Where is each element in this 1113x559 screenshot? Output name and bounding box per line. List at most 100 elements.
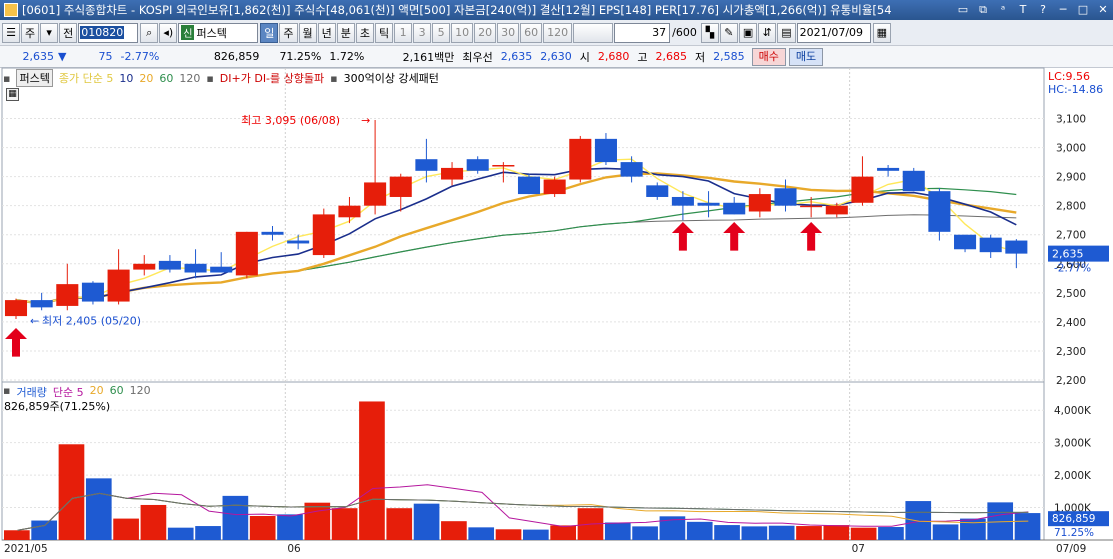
- signal-arrow-icon: [5, 328, 27, 357]
- candle-body: [928, 191, 951, 232]
- volume-bar: [577, 508, 604, 540]
- menu-icon[interactable]: ☰: [2, 22, 20, 43]
- help-icon[interactable]: ?: [1033, 2, 1053, 18]
- data-count-total: /600: [672, 26, 697, 39]
- restore-layout-icon[interactable]: ⧉: [973, 2, 993, 18]
- interval-10-button[interactable]: 10: [451, 22, 474, 43]
- stock-type-dropdown[interactable]: ▾: [40, 22, 59, 43]
- interval-5-button[interactable]: 5: [432, 22, 451, 43]
- code-field[interactable]: 010820: [78, 22, 139, 43]
- signal-arrow-icon: [671, 222, 694, 251]
- volume-bar: [249, 515, 276, 540]
- layout-icon[interactable]: ▭: [953, 2, 973, 18]
- period-year-tab[interactable]: 년: [317, 22, 336, 43]
- volume-bar: [195, 526, 221, 540]
- candle-body: [774, 188, 797, 206]
- interval-20-button[interactable]: 20: [474, 22, 497, 43]
- candle-body: [56, 284, 79, 306]
- signal-arrow-icon: [800, 222, 823, 251]
- text-icon[interactable]: T: [1013, 2, 1033, 18]
- legend-ma5[interactable]: 종가 단순 5: [59, 70, 113, 86]
- export-icon[interactable]: ▤: [777, 22, 796, 43]
- period-second-tab[interactable]: 초: [355, 22, 374, 43]
- candle-body: [235, 231, 258, 276]
- volume-legend-ma120[interactable]: 120: [130, 384, 151, 400]
- candle-body: [517, 176, 541, 195]
- price-tick-label: 2,900: [1056, 172, 1086, 184]
- candle-body: [954, 234, 977, 250]
- stock-type-button[interactable]: 주: [21, 22, 40, 43]
- candle-body: [902, 170, 925, 192]
- legend-ma120[interactable]: 120: [179, 72, 200, 85]
- indicator-icon[interactable]: ▚: [700, 22, 719, 43]
- volume-panel-frame: [1, 381, 1045, 541]
- sell-button[interactable]: 매도: [788, 47, 824, 66]
- legend-stock-name[interactable]: 퍼스텍: [16, 69, 53, 87]
- interval-select[interactable]: [573, 22, 614, 43]
- interval-30-button[interactable]: 30: [497, 22, 520, 43]
- calendar-icon[interactable]: ▦: [872, 22, 892, 43]
- candle-body: [466, 159, 489, 171]
- search-icon[interactable]: ⌕: [140, 22, 159, 43]
- interval-3-button[interactable]: 3: [413, 22, 432, 43]
- period-day-tab[interactable]: 일: [260, 22, 279, 43]
- hc-value: HC:-14.86: [1048, 83, 1104, 96]
- period-tick-tab[interactable]: 틱: [375, 22, 394, 43]
- low-annotation: 최저 2,405 (05/20): [42, 314, 141, 327]
- save-icon[interactable]: ▣: [738, 22, 758, 43]
- interval-60-button[interactable]: 60: [520, 22, 543, 43]
- buy-button[interactable]: 매수: [751, 47, 786, 66]
- period-month-tab[interactable]: 월: [298, 22, 317, 43]
- tools-icon[interactable]: ✎: [719, 22, 738, 43]
- interval-120-button[interactable]: 120: [543, 22, 573, 43]
- volume-bar: [304, 502, 331, 540]
- candle-body: [133, 263, 156, 270]
- candle-body: [81, 282, 104, 302]
- volume-bar: [222, 495, 249, 540]
- title-bar: [0601] 주식종합차트 - KOSPI 외국인보유[1,862(천)] 주식…: [0, 0, 1113, 20]
- legend-signal-pattern[interactable]: 300억이상 강세패턴: [344, 70, 439, 86]
- legend-signal-di[interactable]: DI+가 DI-를 상향돌파: [220, 70, 324, 86]
- candle-body: [158, 260, 181, 270]
- legend-ma10[interactable]: 10: [119, 72, 133, 85]
- period-week-tab[interactable]: 주: [279, 22, 298, 43]
- x-tick-label: 06: [287, 543, 301, 555]
- volume-bar: [796, 526, 822, 540]
- x-tick-label: 07/09: [1056, 543, 1086, 555]
- chart-grid: [1, 67, 1113, 541]
- date-field[interactable]: 2021/07/09: [796, 22, 871, 43]
- chart-type-icon[interactable]: ⇵: [758, 22, 777, 43]
- data-count-field[interactable]: 37: [614, 22, 671, 43]
- grid-toggle-icon[interactable]: ▦: [6, 88, 19, 101]
- price-tick-label: 2,600: [1056, 259, 1086, 271]
- volume-bar: [167, 527, 194, 540]
- period-minute-tab[interactable]: 분: [336, 22, 355, 43]
- volume-bar: [331, 508, 358, 540]
- quote-bar: 2,635 ▼ 75 -2.77% 826,859 71.25% 1.72% 2…: [0, 46, 1113, 68]
- high-label: 고: [637, 50, 648, 64]
- volume-bar: [140, 504, 167, 540]
- price-tick-label: 2,300: [1056, 346, 1086, 358]
- price-tick-label: 2,800: [1056, 201, 1086, 213]
- minimize-icon[interactable]: ─: [1053, 2, 1073, 18]
- volume-legend-ma60[interactable]: 60: [110, 384, 124, 400]
- signal-arrow-icon: [723, 222, 746, 251]
- all-button[interactable]: 전: [59, 22, 78, 43]
- legend-ma20[interactable]: 20: [139, 72, 153, 85]
- stock-name-field[interactable]: 신 퍼스텍: [178, 22, 259, 43]
- best-bid: 2,630: [540, 50, 572, 63]
- ma10-line: [15, 167, 1017, 305]
- close-icon[interactable]: ✕: [1093, 2, 1113, 18]
- maximize-icon[interactable]: □: [1073, 2, 1093, 18]
- volume-bar: [632, 526, 658, 540]
- interval-1-button[interactable]: 1: [394, 22, 413, 43]
- volume: 826,859: [213, 50, 260, 63]
- app-icon: [4, 3, 18, 17]
- legend-ma60[interactable]: 60: [159, 72, 173, 85]
- trade-amount: 2,161백만: [402, 50, 455, 64]
- volume-bar: [386, 508, 413, 540]
- speaker-icon[interactable]: ◂): [159, 22, 178, 43]
- annotations: 최고 3,095 (06/08) → 최저 2,405 (05/20)← 2,635 -…: [5, 114, 1109, 539]
- current-volume-box: [1048, 511, 1109, 527]
- font-icon[interactable]: ᵃ: [993, 2, 1013, 18]
